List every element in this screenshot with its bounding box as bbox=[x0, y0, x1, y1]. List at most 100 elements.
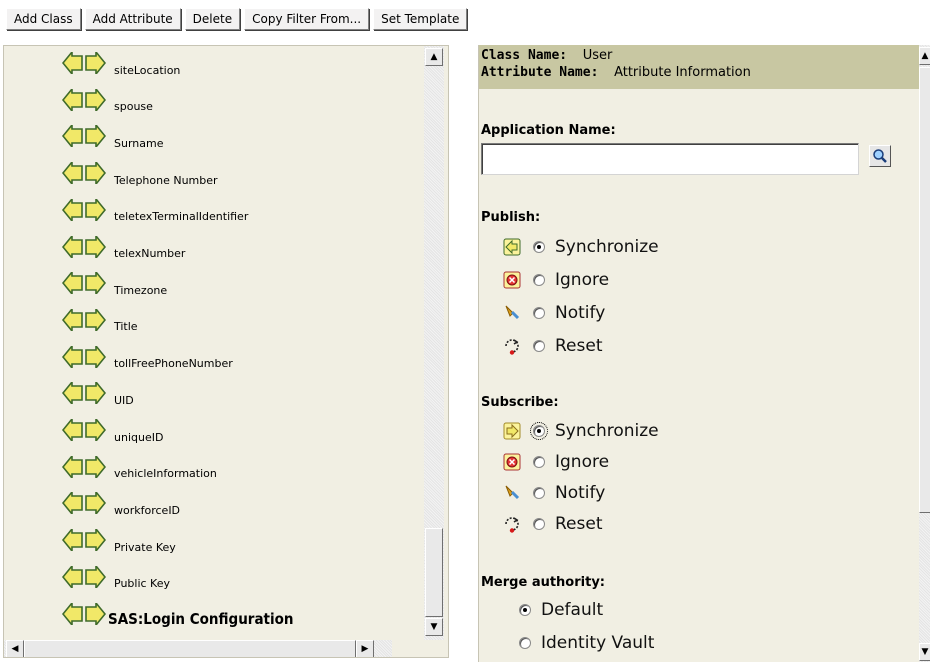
sync-both-arrows-icon bbox=[61, 600, 107, 629]
publish-option-label: Reset bbox=[555, 336, 603, 356]
class-name-key: Class Name: bbox=[481, 48, 568, 63]
subscribe-reset-option[interactable]: Reset bbox=[501, 510, 603, 538]
attribute-list-item[interactable]: teletexTerminalIdentifier bbox=[61, 196, 249, 227]
horizontal-scroll-thumb[interactable] bbox=[24, 640, 356, 657]
sync-both-arrows-icon bbox=[61, 563, 107, 592]
publish-synchronize-option[interactable]: Synchronize bbox=[501, 233, 659, 261]
reset-icon bbox=[501, 335, 523, 357]
toolbar: Add Class Add Attribute Delete Copy Filt… bbox=[6, 8, 468, 32]
attribute-list-item[interactable]: spouse bbox=[61, 86, 153, 117]
attribute-list-item-label: SAS:Login Configuration bbox=[108, 609, 294, 628]
subscribe-option-label: Reset bbox=[555, 514, 603, 534]
merge-default-option[interactable]: Default bbox=[509, 596, 603, 624]
sync-both-arrows-icon bbox=[61, 49, 107, 78]
details-scroll-down-button[interactable]: ▼ bbox=[919, 643, 930, 661]
set-template-button[interactable]: Set Template bbox=[373, 8, 468, 30]
merge-option-label: Identity Vault bbox=[541, 633, 655, 653]
sync-both-arrows-icon bbox=[61, 123, 107, 151]
subscribe-synchronize-option[interactable]: Synchronize bbox=[501, 417, 659, 445]
publish-radio[interactable] bbox=[533, 274, 545, 286]
search-button[interactable] bbox=[869, 145, 891, 167]
publish-ignore-option[interactable]: Ignore bbox=[501, 266, 609, 294]
merge-radio[interactable] bbox=[519, 637, 531, 649]
subscribe-sync-arrow-icon bbox=[501, 420, 523, 442]
attribute-list-item[interactable]: workforceID bbox=[61, 490, 180, 520]
scroll-up-button[interactable]: ▲ bbox=[425, 48, 443, 66]
publish-option-label: Ignore bbox=[555, 270, 610, 290]
attribute-list-item-label: Surname bbox=[114, 136, 164, 150]
class-attribute-header: Class Name: User Attribute Name: Attribu… bbox=[479, 45, 919, 89]
bell-notify-icon bbox=[501, 482, 523, 504]
merge-radio[interactable] bbox=[519, 604, 531, 616]
attribute-list-item-label: Title bbox=[114, 320, 138, 334]
bell-notify-icon bbox=[501, 302, 523, 324]
scroll-right-button[interactable]: ▶ bbox=[356, 640, 374, 657]
attribute-list-item-label: vehicleInformation bbox=[114, 467, 217, 481]
attribute-list-item[interactable]: SAS:Login Configuration bbox=[61, 600, 294, 631]
attribute-list-item[interactable]: UID bbox=[61, 380, 134, 410]
attribute-list-item[interactable]: telexNumber bbox=[61, 233, 185, 264]
subscribe-option-label: Synchronize bbox=[555, 421, 659, 441]
attribute-list-item[interactable]: Telephone Number bbox=[61, 159, 218, 190]
add-attribute-button[interactable]: Add Attribute bbox=[84, 8, 181, 30]
merge-identity-vault-option[interactable]: Identity Vault bbox=[509, 629, 654, 657]
subscribe-radio[interactable] bbox=[533, 518, 545, 530]
publish-option-label: Synchronize bbox=[555, 237, 659, 257]
attribute-name-value: Attribute Information bbox=[614, 65, 751, 80]
subscribe-radio[interactable] bbox=[533, 487, 545, 499]
sync-both-arrows-icon bbox=[61, 269, 107, 298]
details-scroll-thumb[interactable] bbox=[919, 67, 930, 513]
scroll-down-button[interactable]: ▼ bbox=[425, 618, 443, 636]
scroll-thumb[interactable] bbox=[425, 528, 443, 617]
publish-radio[interactable] bbox=[533, 340, 545, 352]
attribute-list-item-label: Timezone bbox=[114, 283, 168, 297]
attribute-list-item[interactable]: tollFreePhoneNumber bbox=[61, 343, 233, 374]
details-scroll-up-button[interactable]: ▲ bbox=[919, 47, 930, 65]
attribute-list-item[interactable]: Surname bbox=[61, 123, 164, 153]
attribute-list-item[interactable]: Public Key bbox=[61, 563, 170, 594]
publish-reset-option[interactable]: Reset bbox=[501, 332, 603, 360]
sync-both-arrows-icon bbox=[61, 380, 107, 408]
attribute-list-pane: siteLocation spouse Surname Telephone Nu… bbox=[3, 45, 449, 658]
attribute-list-item-label: siteLocation bbox=[114, 63, 181, 77]
attribute-list: siteLocation spouse Surname Telephone Nu… bbox=[4, 46, 422, 640]
subscribe-radio[interactable] bbox=[533, 456, 545, 468]
sync-both-arrows-icon bbox=[61, 526, 107, 555]
subscribe-radio[interactable] bbox=[530, 422, 548, 440]
subscribe-ignore-icon bbox=[501, 451, 523, 473]
magnifier-icon bbox=[873, 149, 887, 163]
sync-both-arrows-icon bbox=[61, 159, 107, 188]
attribute-details-pane: Class Name: User Attribute Name: Attribu… bbox=[478, 45, 930, 662]
attribute-list-item[interactable]: Title bbox=[61, 306, 138, 337]
copy-filter-from-button[interactable]: Copy Filter From... bbox=[244, 8, 370, 30]
attribute-name-key: Attribute Name: bbox=[481, 65, 599, 80]
add-class-button[interactable]: Add Class bbox=[6, 8, 81, 30]
sync-both-arrows-icon bbox=[61, 233, 107, 262]
sync-both-arrows-icon bbox=[61, 196, 107, 225]
attribute-list-item-label: teletexTerminalIdentifier bbox=[114, 210, 249, 224]
attribute-list-item[interactable]: Private Key bbox=[61, 526, 176, 557]
subscribe-ignore-option[interactable]: Ignore bbox=[501, 448, 609, 476]
details-vertical-scrollbar[interactable]: ▲ ▼ bbox=[919, 45, 930, 662]
radio-selected-dot bbox=[523, 608, 527, 612]
attribute-list-item[interactable]: uniqueID bbox=[61, 416, 163, 447]
publish-notify-option[interactable]: Notify bbox=[501, 299, 605, 327]
attribute-list-item[interactable]: vehicleInformation bbox=[61, 453, 217, 484]
publish-radio[interactable] bbox=[533, 241, 545, 253]
sync-both-arrows-icon bbox=[61, 453, 107, 482]
attribute-list-item[interactable]: Timezone bbox=[61, 269, 168, 300]
publish-option-label: Notify bbox=[555, 303, 606, 323]
attribute-list-vertical-scrollbar[interactable]: ▲ ▼ bbox=[424, 46, 444, 640]
subscribe-notify-option[interactable]: Notify bbox=[501, 479, 605, 507]
attribute-list-item-label: tollFreePhoneNumber bbox=[114, 357, 233, 371]
scroll-left-button[interactable]: ◀ bbox=[6, 640, 24, 657]
attribute-list-horizontal-scrollbar[interactable]: ◀ ▶ bbox=[4, 640, 392, 657]
publish-radio[interactable] bbox=[533, 307, 545, 319]
attribute-list-item[interactable]: siteLocation bbox=[61, 49, 181, 80]
sync-both-arrows-icon bbox=[61, 86, 107, 115]
application-name-input[interactable] bbox=[481, 143, 859, 175]
publish-label: Publish: bbox=[481, 210, 541, 225]
class-name-value: User bbox=[582, 48, 613, 63]
delete-button[interactable]: Delete bbox=[184, 8, 241, 30]
sync-both-arrows-icon bbox=[61, 416, 107, 445]
